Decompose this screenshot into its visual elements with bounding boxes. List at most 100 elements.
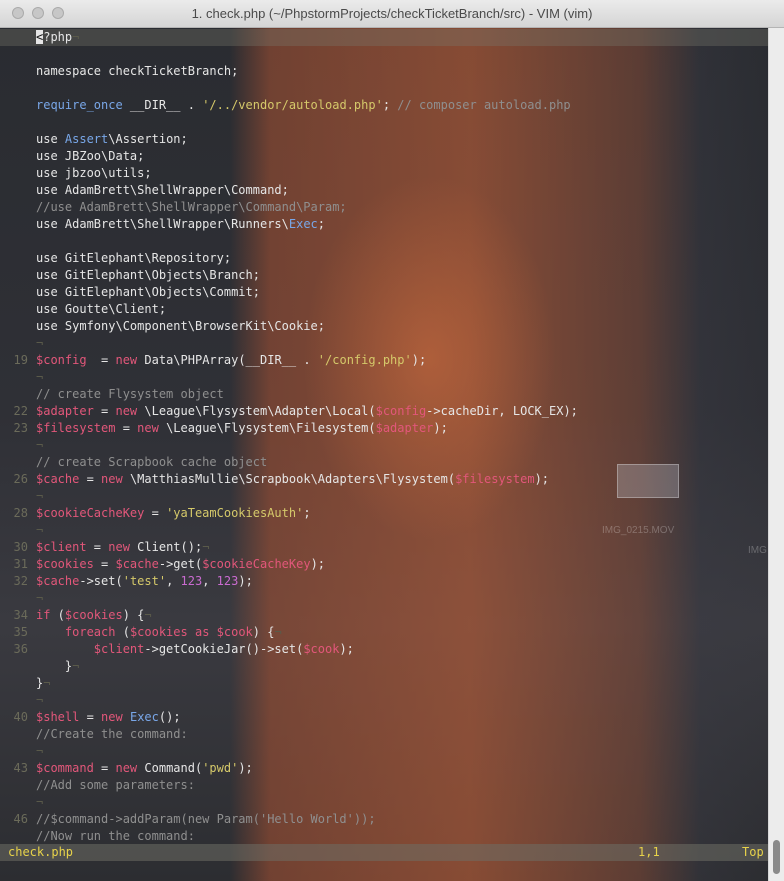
code-token: $shell: [36, 710, 80, 724]
code-line[interactable]: 43 $command = new Command('pwd');: [0, 760, 768, 777]
code-token: 'yaTeamCookiesAuth': [166, 506, 304, 520]
code-line[interactable]: ¬: [0, 335, 768, 352]
code-line[interactable]: ¬: [0, 743, 768, 760]
code-line[interactable]: //use AdamBrett\ShellWrapper\Command\Par…: [0, 199, 768, 216]
code-line[interactable]: 34 if ($cookies) {¬: [0, 607, 768, 624]
code-token: 'pwd': [202, 761, 239, 775]
code-token: new: [108, 540, 130, 554]
line-number: 40: [13, 710, 28, 724]
code-text: use Symfony\Component\BrowserKit\Cookie;: [36, 318, 325, 335]
code-line[interactable]: use Symfony\Component\BrowserKit\Cookie;: [0, 318, 768, 335]
line-number: 31: [13, 557, 28, 571]
code-line[interactable]: use jbzoo\utils;: [0, 165, 768, 182]
code-line[interactable]: ¬: [0, 488, 768, 505]
code-token: ¬: [36, 523, 44, 537]
code-line[interactable]: use Assert\Assertion;: [0, 131, 768, 148]
code-token: new: [101, 472, 123, 486]
code-token: }: [36, 659, 73, 673]
code-line[interactable]: ¬: [0, 369, 768, 386]
code-line[interactable]: }¬: [0, 675, 768, 692]
vim-editor[interactable]: IMG_0215.MOV IMG <?php¬ namespace checkTi…: [0, 28, 768, 881]
code-token: Data\PHPArray(__DIR__ .: [137, 353, 318, 367]
code-text: use GitElephant\Objects\Branch;: [36, 267, 260, 284]
code-text: ¬: [36, 522, 43, 539]
code-line[interactable]: 23 $filesystem = new \League\Flysystem\Fi…: [0, 420, 768, 437]
code-text: }¬: [36, 658, 79, 675]
code-token: ¬: [36, 489, 44, 503]
code-line[interactable]: require_once __DIR__ . '/../vendor/autol…: [0, 97, 768, 114]
code-token: ;: [317, 217, 326, 231]
code-token: ;: [382, 98, 398, 112]
code-line[interactable]: //Create the command:: [0, 726, 768, 743]
code-token: as: [194, 625, 210, 639]
code-line[interactable]: // create Flysystem object: [0, 386, 768, 403]
code-token: );: [433, 421, 448, 435]
scrollbar-thumb[interactable]: [773, 840, 780, 874]
code-text: use AdamBrett\ShellWrapper\Runners\Exec;: [36, 216, 325, 233]
code-line[interactable]: use JBZoo\Data;: [0, 148, 768, 165]
code-line[interactable]: namespace checkTicketBranch;: [0, 63, 768, 80]
code-line[interactable]: 19 $config = new Data\PHPArray(__DIR__ . …: [0, 352, 768, 369]
code-line[interactable]: <?php¬: [0, 29, 768, 46]
code-token: $cache: [36, 574, 80, 588]
code-text: $filesystem = new \League\Flysystem\File…: [36, 420, 448, 437]
code-text: $shell = new Exec();: [36, 709, 181, 726]
line-number: 34: [13, 608, 28, 622]
code-token: 'test': [122, 574, 167, 588]
code-line[interactable]: [0, 46, 768, 63]
code-text: //$command->addParam(new Param('Hello Wo…: [36, 811, 376, 828]
code-token: $cookies: [64, 608, 123, 622]
code-line[interactable]: use GitElephant\Objects\Branch;: [0, 267, 768, 284]
code-line[interactable]: use AdamBrett\ShellWrapper\Runners\Exec;: [0, 216, 768, 233]
code-text: $cookies = $cache->get($cookieCacheKey);: [36, 556, 325, 573]
code-line[interactable]: }¬: [0, 658, 768, 675]
code-line[interactable]: use GitElephant\Objects\Commit;: [0, 284, 768, 301]
code-line[interactable]: [0, 80, 768, 97]
code-line[interactable]: use Goutte\Client;: [0, 301, 768, 318]
code-line[interactable]: 40 $shell = new Exec();: [0, 709, 768, 726]
scrollbar[interactable]: [768, 28, 784, 881]
code-token: ¬: [72, 30, 80, 44]
code-line[interactable]: [0, 114, 768, 131]
code-line[interactable]: 32 $cache->set('test', 123, 123);: [0, 573, 768, 590]
code-line[interactable]: 35 foreach ($cookies as $cook) {¬: [0, 624, 768, 641]
code-line[interactable]: ¬: [0, 794, 768, 811]
code-token: $adapter: [36, 404, 94, 418]
line-number: 22: [13, 404, 28, 418]
code-line[interactable]: //Add some parameters:: [0, 777, 768, 794]
code-line[interactable]: 22 $adapter = new \League\Flysystem\Adapt…: [0, 403, 768, 420]
line-number: 36: [13, 642, 28, 656]
code-line[interactable]: 46 //$command->addParam(new Param('Hello …: [0, 811, 768, 828]
code-line[interactable]: //Now run the command:: [0, 828, 768, 845]
code-token: =: [79, 710, 102, 724]
title-bar[interactable]: 1. check.php (~/PhpstormProjects/checkTi…: [0, 0, 784, 28]
code-token: //$command->addParam(new Param('Hello Wo…: [36, 812, 376, 826]
code-token: //Now run the command:: [36, 829, 195, 843]
code-token: foreach: [64, 625, 116, 639]
code-token: //Add some parameters:: [36, 778, 195, 792]
code-line[interactable]: use AdamBrett\ShellWrapper\Command;: [0, 182, 768, 199]
code-line[interactable]: [0, 233, 768, 250]
code-line[interactable]: 31 $cookies = $cache->get($cookieCacheKey…: [0, 556, 768, 573]
line-number: 32: [13, 574, 28, 588]
code-line[interactable]: use GitElephant\Repository;: [0, 250, 768, 267]
code-line[interactable]: ¬: [0, 522, 768, 539]
code-line[interactable]: 28 $cookieCacheKey = 'yaTeamCookiesAuth';: [0, 505, 768, 522]
code-line[interactable]: 30 $client = new Client();¬: [0, 539, 768, 556]
code-line[interactable]: ¬: [0, 437, 768, 454]
code-line[interactable]: 26 $cache = new \MatthiasMullie\Scrapbook…: [0, 471, 768, 488]
code-line[interactable]: ¬: [0, 692, 768, 709]
code-line[interactable]: // create Scrapbook cache object: [0, 454, 768, 471]
code-token: //Create the command:: [36, 727, 188, 741]
code-text: <?php¬: [36, 29, 79, 46]
code-token: ?php: [43, 30, 73, 44]
status-filename: check.php: [8, 845, 74, 859]
code-line[interactable]: 36 $client->getCookieJar()->set($cook);: [0, 641, 768, 658]
code-token: $cookies: [36, 557, 94, 571]
code-line[interactable]: ¬: [0, 590, 768, 607]
code-token: $cookieCacheKey: [202, 557, 311, 571]
code-token: $config: [375, 404, 427, 418]
code-text: $cache->set('test', 123, 123);: [36, 573, 253, 590]
